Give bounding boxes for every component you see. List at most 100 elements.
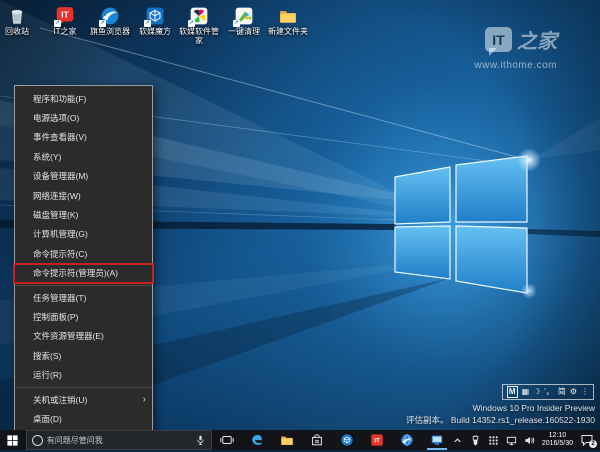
tray-volume-icon[interactable] xyxy=(524,435,535,446)
desktop-icon-ithome[interactable]: IT➚IT之家 xyxy=(43,6,87,36)
svg-text:IT: IT xyxy=(61,10,68,20)
ithome-icon: IT➚ xyxy=(55,6,75,26)
menu-item-label: 事件查看器(V) xyxy=(33,131,87,143)
menu-item-label: 运行(R) xyxy=(33,369,62,381)
menu-item[interactable]: 控制面板(P) xyxy=(15,307,152,326)
menu-item-label: 磁盘管理(K) xyxy=(33,209,78,221)
menu-item-label: 命令提示符(C) xyxy=(33,248,87,260)
clock[interactable]: 12:10 2016/5/30 xyxy=(542,432,573,448)
menu-item-label: 控制面板(P) xyxy=(33,311,78,323)
windows-store-icon xyxy=(310,433,324,447)
menu-item[interactable]: 文件资源管理器(E) xyxy=(15,327,152,346)
menu-item[interactable]: 磁盘管理(K) xyxy=(15,205,152,224)
taskbar-app-ruanmei-mofang[interactable] xyxy=(332,430,362,450)
desktop-icon-pinwheel[interactable]: ➚软媒软件管家 xyxy=(177,6,221,45)
menu-item[interactable]: 系统(Y) xyxy=(15,147,152,166)
menu-item[interactable]: 命令提示符(C) xyxy=(15,244,152,263)
ime-glyph-1[interactable]: ▦ xyxy=(522,387,530,397)
menu-item-label: 桌面(D) xyxy=(33,413,62,425)
desktop-icon-cleaner[interactable]: ➚一键清理 xyxy=(222,6,266,36)
tray-usb-icon[interactable] xyxy=(470,435,481,446)
menu-item-label: 设备管理器(M) xyxy=(33,170,88,182)
menu-item[interactable]: 事件查看器(V) xyxy=(15,128,152,147)
menu-item[interactable]: 设备管理器(M) xyxy=(15,167,152,186)
desktop-icon-cube[interactable]: ➚软媒魔方 xyxy=(133,6,177,36)
taskbar-app-pc-master[interactable] xyxy=(422,430,452,450)
build-line2: 评估副本。 Build 14352.rs1_release.160522-193… xyxy=(406,414,595,426)
build-line1: Windows 10 Pro Insider Preview xyxy=(406,402,595,414)
menu-item[interactable]: 运行(R) xyxy=(15,365,152,384)
menu-separator xyxy=(16,387,151,388)
shortcut-arrow-icon: ➚ xyxy=(99,20,106,27)
ime-glyph-5[interactable]: ⚙ xyxy=(570,387,577,397)
submenu-arrow-icon: › xyxy=(143,394,146,405)
desktop-icon-recycle-bin[interactable]: 回收站 xyxy=(0,6,39,36)
ithome-logo-icon: IT xyxy=(485,27,512,52)
menu-item[interactable]: 计算机管理(G) xyxy=(15,225,152,244)
desktop-icon-browser[interactable]: ➚旗鱼浏览器 xyxy=(88,6,132,36)
menu-item[interactable]: 关机或注销(U)› xyxy=(15,390,152,409)
taskbar: 有问题尽管问我 IT 12:10 2016/5/30 2 xyxy=(0,430,600,450)
system-tray: 12:10 2016/5/30 2 xyxy=(452,432,600,448)
desktop-icon-label: IT之家 xyxy=(43,27,87,36)
pinwheel-icon: ➚ xyxy=(189,6,209,26)
qiyu-browser-icon xyxy=(400,433,414,447)
ime-glyph-6[interactable]: ⋮ xyxy=(581,387,589,397)
menu-item[interactable]: 搜索(S) xyxy=(15,346,152,365)
clock-date: 2016/5/30 xyxy=(542,440,573,448)
search-placeholder: 有问题尽管问我 xyxy=(47,435,103,446)
notification-badge: 2 xyxy=(589,440,597,448)
file-explorer-icon xyxy=(280,433,294,447)
desktop-icon-label: 软媒软件管家 xyxy=(177,27,221,45)
microphone-icon[interactable] xyxy=(195,434,206,446)
tray-grid-icon[interactable] xyxy=(488,435,499,446)
ime-glyph-2[interactable]: ☽ xyxy=(533,387,540,397)
ithome-app-icon: IT xyxy=(370,433,384,447)
menu-item[interactable]: 桌面(D) xyxy=(15,409,152,428)
windows-build-watermark: Windows 10 Pro Insider Preview 评估副本。 Bui… xyxy=(406,402,595,426)
windows-logo-icon xyxy=(7,435,18,446)
shortcut-arrow-icon: ➚ xyxy=(188,20,195,27)
menu-separator xyxy=(16,285,151,286)
ime-glyph-4[interactable]: 简 xyxy=(558,387,566,397)
watermark-url: www.ithome.com xyxy=(474,60,557,71)
start-button[interactable] xyxy=(0,430,26,450)
task-view-button-icon xyxy=(220,433,234,447)
menu-item[interactable]: 电源选项(O) xyxy=(15,108,152,127)
taskbar-app-task-view-button[interactable] xyxy=(212,430,242,450)
menu-item[interactable]: 网络连接(W) xyxy=(15,186,152,205)
cortana-search-box[interactable]: 有问题尽管问我 xyxy=(26,430,212,450)
taskbar-app-ithome-app[interactable]: IT xyxy=(362,430,392,450)
browser-icon: ➚ xyxy=(100,6,120,26)
ime-glyph-3[interactable]: '， xyxy=(544,387,554,397)
shortcut-arrow-icon: ➚ xyxy=(233,20,240,27)
ime-glyph-0[interactable]: M xyxy=(507,386,518,398)
folder-icon xyxy=(278,6,298,26)
desktop-icon-label: 回收站 xyxy=(0,27,39,36)
svg-text:IT: IT xyxy=(374,438,380,445)
action-center-button[interactable]: 2 xyxy=(580,433,595,447)
watermark-brand: 之家 xyxy=(517,25,557,54)
shortcut-arrow-icon: ➚ xyxy=(54,20,61,27)
cleaner-icon: ➚ xyxy=(234,6,254,26)
desktop-icon-folder[interactable]: 新建文件夹 xyxy=(266,6,310,36)
ime-language-bar[interactable]: M ▦☽ '， 简 ⚙ ⋮ xyxy=(502,384,594,400)
menu-item-label: 命令提示符(管理员)(A) xyxy=(33,267,118,279)
menu-item-label: 电源选项(O) xyxy=(33,112,79,124)
tray-network-icon[interactable] xyxy=(506,435,517,446)
menu-item[interactable]: 任务管理器(T) xyxy=(15,288,152,307)
ithome-watermark: IT 之家 www.ithome.com xyxy=(474,25,557,71)
menu-item[interactable]: 命令提示符(管理员)(A) xyxy=(15,264,152,283)
desktop-icon-label: 软媒魔方 xyxy=(133,27,177,36)
taskbar-app-qiyu-browser[interactable] xyxy=(392,430,422,450)
menu-item-label: 计算机管理(G) xyxy=(33,228,88,240)
desktop-icon-label: 旗鱼浏览器 xyxy=(88,27,132,36)
menu-item[interactable]: 程序和功能(F) xyxy=(15,89,152,108)
taskbar-app-edge-browser[interactable] xyxy=(242,430,272,450)
tray-chevron-up-icon[interactable] xyxy=(452,435,463,446)
taskbar-app-windows-store[interactable] xyxy=(302,430,332,450)
winx-context-menu: 程序和功能(F) 电源选项(O) 事件查看器(V) 系统(Y) 设备管理器(M) 网络连接… xyxy=(14,85,153,433)
shortcut-arrow-icon: ➚ xyxy=(144,20,151,27)
cortana-icon xyxy=(32,435,43,446)
taskbar-app-file-explorer[interactable] xyxy=(272,430,302,450)
